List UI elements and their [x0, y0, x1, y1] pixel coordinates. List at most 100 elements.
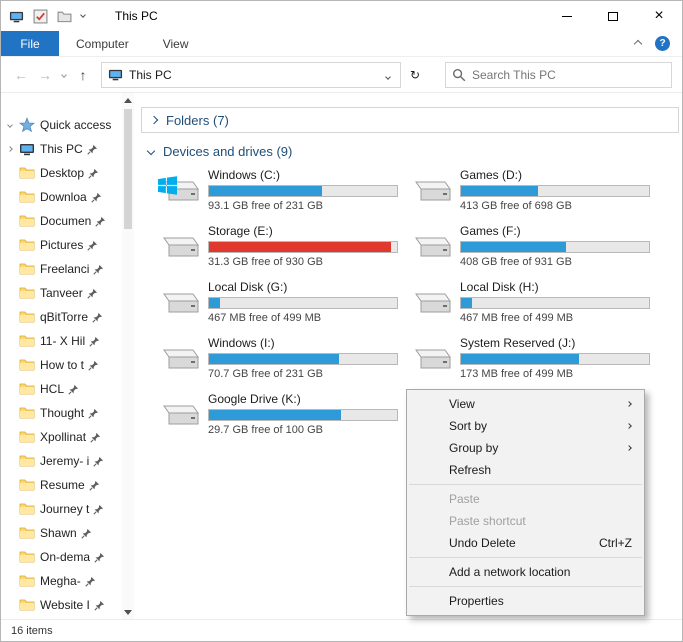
drive-tile[interactable]: Local Disk (G:) 467 MB free of 499 MB — [158, 280, 410, 325]
search-icon — [452, 68, 466, 82]
qat-properties-icon[interactable] — [33, 9, 48, 24]
drive-usage-bar — [460, 241, 650, 253]
drive-usage-bar — [208, 297, 398, 309]
sidebar-item[interactable]: Jeremy- i — [1, 449, 134, 473]
sidebar-item-label: Xpollinat — [40, 430, 87, 444]
sidebar-item[interactable]: 11- X Hil — [1, 329, 134, 353]
help-icon[interactable]: ? — [655, 36, 670, 51]
menu-item-label: Paste shortcut — [449, 514, 526, 528]
drive-tile[interactable]: Games (D:) 413 GB free of 698 GB — [410, 168, 662, 213]
expanded-chevron-icon[interactable] — [146, 146, 156, 156]
sidebar-item[interactable]: Quick access — [1, 113, 134, 137]
minimize-button[interactable] — [544, 1, 590, 31]
recent-locations-dropdown-icon[interactable] — [57, 71, 71, 78]
sidebar-item[interactable]: How to t — [1, 353, 134, 377]
tab-view[interactable]: View — [146, 31, 206, 56]
context-menu-item[interactable]: Sort by — [407, 415, 644, 437]
menu-item-label: Paste — [449, 492, 480, 506]
scrollbar-thumb[interactable] — [124, 109, 132, 229]
minimize-ribbon-icon[interactable] — [633, 39, 643, 48]
sidebar-item[interactable]: This PC — [1, 137, 134, 161]
refresh-button[interactable]: ↻ — [401, 62, 429, 88]
context-menu-item[interactable]: Group by — [407, 437, 644, 459]
group-label: Folders — [166, 112, 210, 128]
windows-logo-icon — [158, 176, 177, 195]
sidebar-item[interactable]: Megha- — [1, 569, 134, 593]
pin-icon — [88, 360, 99, 371]
sidebar-item-label: Resume — [40, 478, 85, 492]
sidebar-item-label: Downloa — [40, 190, 87, 204]
tab-file[interactable]: File — [1, 31, 59, 56]
sidebar-item[interactable]: Thought — [1, 401, 134, 425]
menu-item-shortcut: Ctrl+Z — [599, 536, 632, 550]
sidebar-item[interactable]: qBitTorre — [1, 305, 134, 329]
title-bar: This PC × — [1, 1, 682, 31]
tab-computer[interactable]: Computer — [59, 31, 146, 56]
sidebar-scrollbar[interactable] — [122, 93, 134, 619]
sidebar-item-label: This PC — [40, 142, 83, 156]
folder-icon — [19, 549, 35, 565]
drive-tile[interactable]: Windows (I:) 70.7 GB free of 231 GB — [158, 336, 410, 381]
scroll-up-icon[interactable] — [122, 93, 134, 107]
maximize-button[interactable] — [590, 1, 636, 31]
drive-usage-bar — [460, 353, 650, 365]
drive-free-space: 70.7 GB free of 231 GB — [208, 368, 323, 380]
collapsed-chevron-icon[interactable] — [149, 115, 159, 125]
qat-new-folder-icon[interactable] — [57, 9, 72, 24]
sidebar-item[interactable]: On-dema — [1, 545, 134, 569]
navigation-bar: ← → ↑ This PC ↻ — [1, 57, 682, 93]
devices-group-header[interactable]: Devices and drives (9) — [146, 142, 682, 160]
drive-free-space: 467 MB free of 499 MB — [460, 312, 574, 324]
drive-name: Storage (E:) — [208, 224, 273, 238]
sidebar-item[interactable]: Downloa — [1, 185, 134, 209]
folders-group-box: Folders (7) — [141, 107, 679, 133]
drive-tile[interactable]: Google Drive (K:) 29.7 GB free of 100 GB — [158, 392, 410, 437]
drive-icon — [158, 171, 200, 207]
address-bar[interactable]: This PC — [101, 61, 401, 88]
context-menu-item[interactable]: Undo Delete Ctrl+Z — [407, 532, 644, 554]
address-dropdown-icon[interactable] — [380, 68, 396, 82]
sidebar-item-label: Thought — [40, 406, 85, 420]
status-bar: 16 items — [1, 619, 682, 641]
back-button[interactable]: ← — [9, 63, 33, 87]
context-menu-item[interactable]: Refresh — [407, 459, 644, 481]
context-menu-item[interactable]: Properties — [407, 590, 644, 612]
folder-icon — [19, 213, 35, 229]
sidebar-item[interactable]: Shawn — [1, 521, 134, 545]
sidebar-item[interactable]: Pictures — [1, 233, 134, 257]
up-button[interactable]: ↑ — [71, 63, 95, 87]
submenu-chevron-icon — [626, 445, 632, 451]
close-button[interactable]: × — [636, 1, 682, 31]
pc-icon — [19, 141, 35, 157]
sidebar-item[interactable]: Resume — [1, 473, 134, 497]
sidebar-item[interactable]: Xpollinat — [1, 425, 134, 449]
drive-icon — [158, 339, 200, 375]
menu-item-label: Properties — [449, 594, 504, 608]
sidebar-item[interactable]: Desktop — [1, 161, 134, 185]
drive-tile[interactable]: Games (F:) 408 GB free of 931 GB — [410, 224, 662, 269]
pin-icon — [89, 336, 100, 347]
drive-tile[interactable]: Windows (C:) 93.1 GB free of 231 GB — [158, 168, 410, 213]
sidebar-item[interactable]: Tanveer — [1, 281, 134, 305]
sidebar-item[interactable]: Website I — [1, 593, 134, 617]
drive-icon — [158, 395, 200, 431]
context-menu-item[interactable]: Add a network location — [407, 561, 644, 583]
scroll-down-icon[interactable] — [122, 605, 134, 619]
sidebar-item[interactable]: Journey t — [1, 497, 134, 521]
folders-group-header[interactable]: Folders (7) — [149, 112, 229, 128]
sidebar-item[interactable]: Documen — [1, 209, 134, 233]
search-input[interactable] — [472, 67, 665, 82]
drive-tile[interactable]: Local Disk (H:) 467 MB free of 499 MB — [410, 280, 662, 325]
item-count: 16 items — [11, 624, 53, 637]
search-box[interactable] — [445, 61, 672, 88]
sidebar-item[interactable]: Freelanci — [1, 257, 134, 281]
sidebar-item-label: On-dema — [40, 550, 91, 564]
pin-icon — [87, 240, 98, 251]
context-menu-item[interactable]: View — [407, 393, 644, 415]
drive-tile[interactable]: Storage (E:) 31.3 GB free of 930 GB — [158, 224, 410, 269]
drive-tile[interactable]: System Reserved (J:) 173 MB free of 499 … — [410, 336, 662, 381]
qat-customize-dropdown-icon[interactable] — [80, 12, 86, 18]
forward-button[interactable]: → — [33, 63, 57, 87]
drive-icon — [410, 171, 452, 207]
sidebar-item[interactable]: HCL — [1, 377, 134, 401]
